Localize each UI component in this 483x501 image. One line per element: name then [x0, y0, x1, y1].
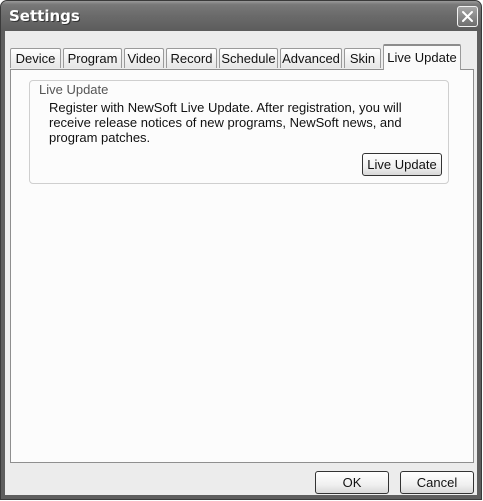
dialog-body: Device Program Video Record Schedule Adv…: [5, 31, 477, 495]
tab-strip: Device Program Video Record Schedule Adv…: [5, 31, 477, 71]
tab-record[interactable]: Record: [166, 48, 217, 68]
groupbox-title: Live Update: [37, 82, 111, 97]
live-update-description: Register with NewSoft Live Update. After…: [49, 100, 402, 145]
tab-skin[interactable]: Skin: [344, 48, 381, 68]
tab-program[interactable]: Program: [63, 48, 122, 68]
tab-video[interactable]: Video: [124, 48, 164, 68]
live-update-button[interactable]: Live Update: [362, 153, 442, 176]
window-title: Settings: [9, 7, 80, 25]
settings-window: Settings Device Program Video Record Sch…: [0, 0, 482, 500]
cancel-button[interactable]: Cancel: [400, 471, 474, 494]
close-icon: [462, 11, 473, 22]
tab-device[interactable]: Device: [10, 48, 61, 68]
tab-advanced[interactable]: Advanced: [280, 48, 342, 68]
tab-schedule[interactable]: Schedule: [219, 48, 278, 68]
tab-live-update[interactable]: Live Update: [383, 44, 461, 70]
close-button[interactable]: [457, 6, 478, 27]
title-bar[interactable]: Settings: [1, 1, 481, 31]
ok-button[interactable]: OK: [315, 471, 389, 494]
